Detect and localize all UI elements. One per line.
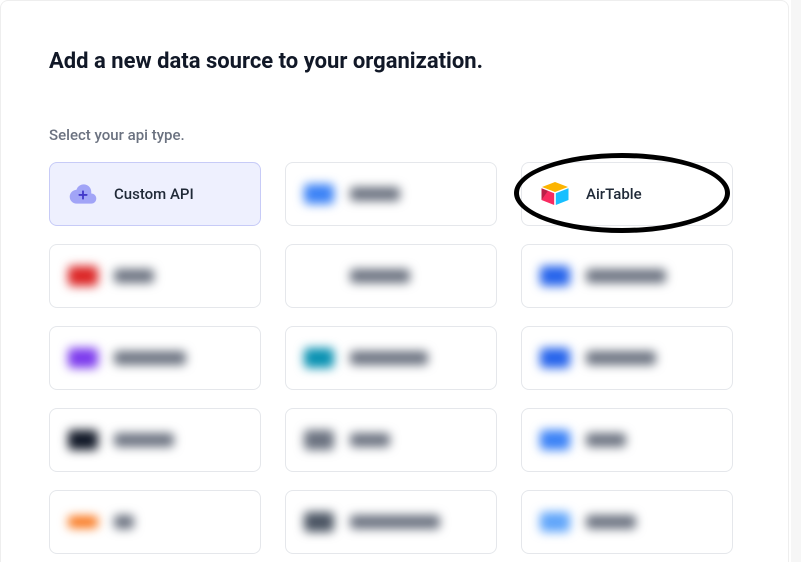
blurred-icon: [68, 261, 98, 291]
blurred-icon: [540, 425, 570, 455]
blurred-icon: [304, 261, 334, 291]
blurred-icon: [68, 507, 98, 537]
blurred-label: [114, 351, 186, 365]
api-card-blurred[interactable]: [521, 408, 733, 472]
api-card-blurred[interactable]: [285, 244, 497, 308]
api-card-blurred[interactable]: [285, 326, 497, 390]
blurred-label: [586, 351, 656, 365]
api-card-blurred[interactable]: [521, 490, 733, 554]
modal-title: Add a new data source to your organizati…: [49, 49, 740, 74]
airtable-icon: [540, 179, 570, 209]
blurred-icon: [540, 507, 570, 537]
blurred-label: [586, 433, 626, 447]
api-card-airtable[interactable]: AirTable: [521, 162, 733, 226]
scrollbar-track[interactable]: [791, 0, 801, 562]
api-card-custom-api[interactable]: Custom API: [49, 162, 261, 226]
api-card-blurred[interactable]: [521, 244, 733, 308]
add-data-source-modal: Add a new data source to your organizati…: [0, 0, 789, 562]
blurred-icon: [304, 507, 334, 537]
blurred-icon: [304, 425, 334, 455]
blurred-label: [586, 269, 666, 283]
api-card-blurred[interactable]: [49, 326, 261, 390]
api-card-blurred[interactable]: [49, 244, 261, 308]
api-card-blurred[interactable]: [285, 408, 497, 472]
blurred-icon: [304, 179, 334, 209]
api-card-label: Custom API: [114, 185, 194, 203]
blurred-icon: [68, 343, 98, 373]
blurred-icon: [540, 343, 570, 373]
blurred-label: [586, 515, 636, 529]
blurred-label: [350, 187, 400, 201]
api-card-blurred[interactable]: [521, 326, 733, 390]
blurred-label: [350, 515, 440, 529]
blurred-label: [114, 269, 154, 283]
blurred-label: [114, 433, 174, 447]
api-card-label: AirTable: [586, 185, 642, 203]
blurred-icon: [68, 425, 98, 455]
api-card-blurred[interactable]: [49, 408, 261, 472]
blurred-icon: [540, 261, 570, 291]
blurred-label: [350, 269, 410, 283]
modal-subtitle: Select your api type.: [49, 126, 740, 144]
api-card-blurred[interactable]: [285, 490, 497, 554]
api-card-blurred[interactable]: [49, 490, 261, 554]
api-card-blurred[interactable]: [285, 162, 497, 226]
cloud-upload-icon: [68, 179, 98, 209]
blurred-label: [114, 515, 134, 529]
blurred-icon: [304, 343, 334, 373]
blurred-label: [350, 351, 428, 365]
api-type-grid: Custom API AirTable: [49, 162, 740, 554]
blurred-label: [350, 433, 390, 447]
